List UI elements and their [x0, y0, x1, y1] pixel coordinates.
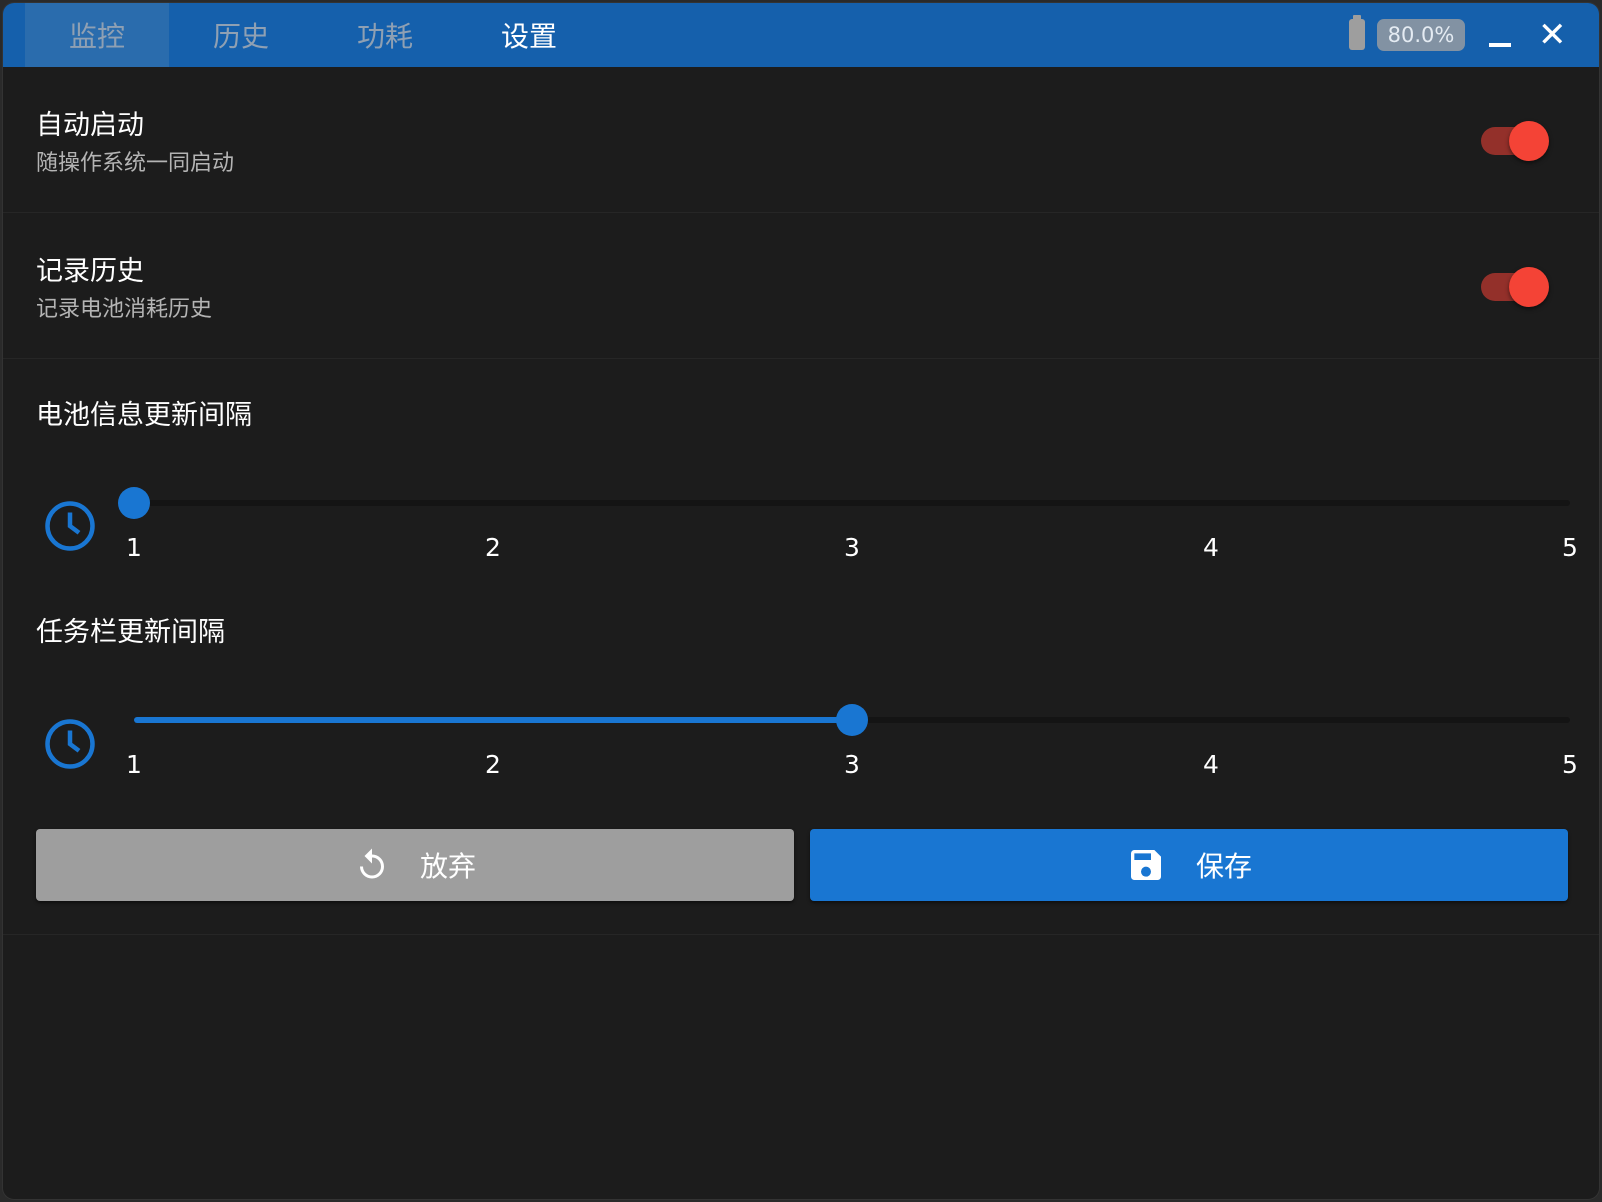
record-history-toggle[interactable]	[1481, 267, 1551, 307]
taskbar-interval-title: 任务栏更新间隔	[36, 617, 225, 648]
discard-label: 放弃	[419, 850, 476, 883]
tab-power[interactable]: 功耗	[313, 3, 457, 67]
tab-monitor[interactable]: 监控	[25, 3, 169, 67]
tick-label: 1	[126, 533, 142, 562]
taskbar-interval-slider[interactable]	[134, 700, 1570, 740]
tick-label: 3	[844, 750, 860, 779]
tab-settings[interactable]: 设置	[457, 3, 601, 67]
title-bar: 监控 历史 功耗 设置 80.0% ✕	[3, 3, 1599, 67]
setting-subtitle: 随操作系统一同启动	[36, 151, 235, 176]
setting-record-history: 记录历史 记录电池消耗历史	[3, 213, 1599, 359]
setting-subtitle: 记录电池消耗历史	[36, 297, 213, 322]
tick-label: 5	[1562, 750, 1578, 779]
battery-percent-badge: 80.0%	[1377, 19, 1465, 51]
discard-button[interactable]: 放弃	[36, 829, 794, 901]
tick-label: 3	[844, 533, 860, 562]
setting-title: 自动启动	[36, 110, 144, 141]
tick-label: 4	[1203, 750, 1219, 779]
tick-label: 4	[1203, 533, 1219, 562]
slider-thumb[interactable]	[836, 704, 868, 736]
battery-icon	[1349, 15, 1365, 50]
close-button[interactable]: ✕	[1538, 15, 1567, 55]
setting-autostart: 自动启动 随操作系统一同启动	[3, 67, 1599, 213]
save-icon	[1130, 850, 1161, 880]
tab-history[interactable]: 历史	[169, 3, 313, 67]
clock-icon	[45, 501, 95, 551]
battery-interval-slider[interactable]	[118, 483, 1570, 523]
undo-refresh-icon	[359, 848, 384, 879]
tick-label: 1	[126, 750, 142, 779]
save-button[interactable]: 保存	[810, 829, 1568, 901]
tick-label: 2	[485, 533, 501, 562]
app-window: 监控 历史 功耗 设置 80.0% ✕ 自动启动 随操作系统一同启动 记录历史 …	[2, 2, 1600, 1200]
setting-title: 记录历史	[36, 256, 144, 287]
autostart-toggle[interactable]	[1481, 121, 1551, 161]
divider	[3, 934, 1599, 935]
slider-thumb[interactable]	[118, 487, 150, 519]
clock-icon	[45, 719, 95, 769]
tick-label: 2	[485, 750, 501, 779]
battery-interval-title: 电池信息更新间隔	[36, 400, 252, 431]
minimize-button[interactable]	[1489, 43, 1511, 47]
tick-label: 5	[1562, 533, 1578, 562]
save-label: 保存	[1195, 850, 1252, 883]
